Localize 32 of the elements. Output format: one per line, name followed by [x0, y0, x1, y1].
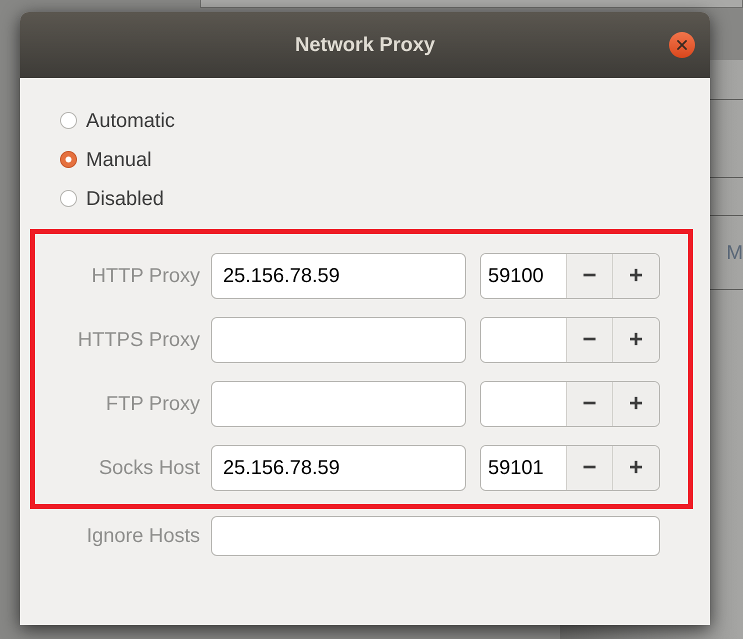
decrement-button[interactable]: − — [566, 254, 612, 298]
proxy-label: FTP Proxy — [104, 392, 200, 417]
increment-button[interactable]: + — [612, 382, 659, 426]
host-field[interactable] — [211, 381, 466, 427]
radio-option[interactable]: Automatic — [60, 101, 175, 140]
close-icon — [677, 40, 687, 50]
radio-selected-icon — [60, 151, 77, 168]
radio-empty-icon — [60, 112, 77, 129]
port-spin-field[interactable]: − + — [480, 381, 660, 427]
ignore-hosts-label: Ignore Hosts — [86, 524, 200, 549]
increment-button[interactable]: + — [612, 254, 659, 298]
port-spin-field[interactable]: 59100 − + — [480, 253, 660, 299]
close-button[interactable] — [669, 32, 695, 58]
proxy-label: HTTPS Proxy — [76, 328, 200, 353]
proxy-label: Socks Host — [98, 456, 200, 481]
port-spin-field[interactable]: 59101 − + — [480, 445, 660, 491]
host-field[interactable]: 25.156.78.59 — [211, 253, 466, 299]
radio-option[interactable]: Disabled — [60, 179, 164, 218]
radio-empty-icon — [60, 190, 77, 207]
decrement-button[interactable]: − — [566, 382, 612, 426]
radio-option[interactable]: Manual — [60, 140, 152, 179]
window-title: Network Proxy — [294, 33, 436, 58]
decrement-button[interactable]: − — [566, 446, 612, 490]
increment-button[interactable]: + — [612, 446, 659, 490]
host-field[interactable]: 25.156.78.59 — [211, 445, 466, 491]
host-field[interactable] — [211, 317, 466, 363]
port-spin-field[interactable]: − + — [480, 317, 660, 363]
background-text: M — [726, 242, 743, 262]
ignore-hosts-field[interactable] — [211, 516, 660, 556]
decrement-button[interactable]: − — [566, 318, 612, 362]
increment-button[interactable]: + — [612, 318, 659, 362]
proxy-label: HTTP Proxy — [90, 264, 200, 289]
